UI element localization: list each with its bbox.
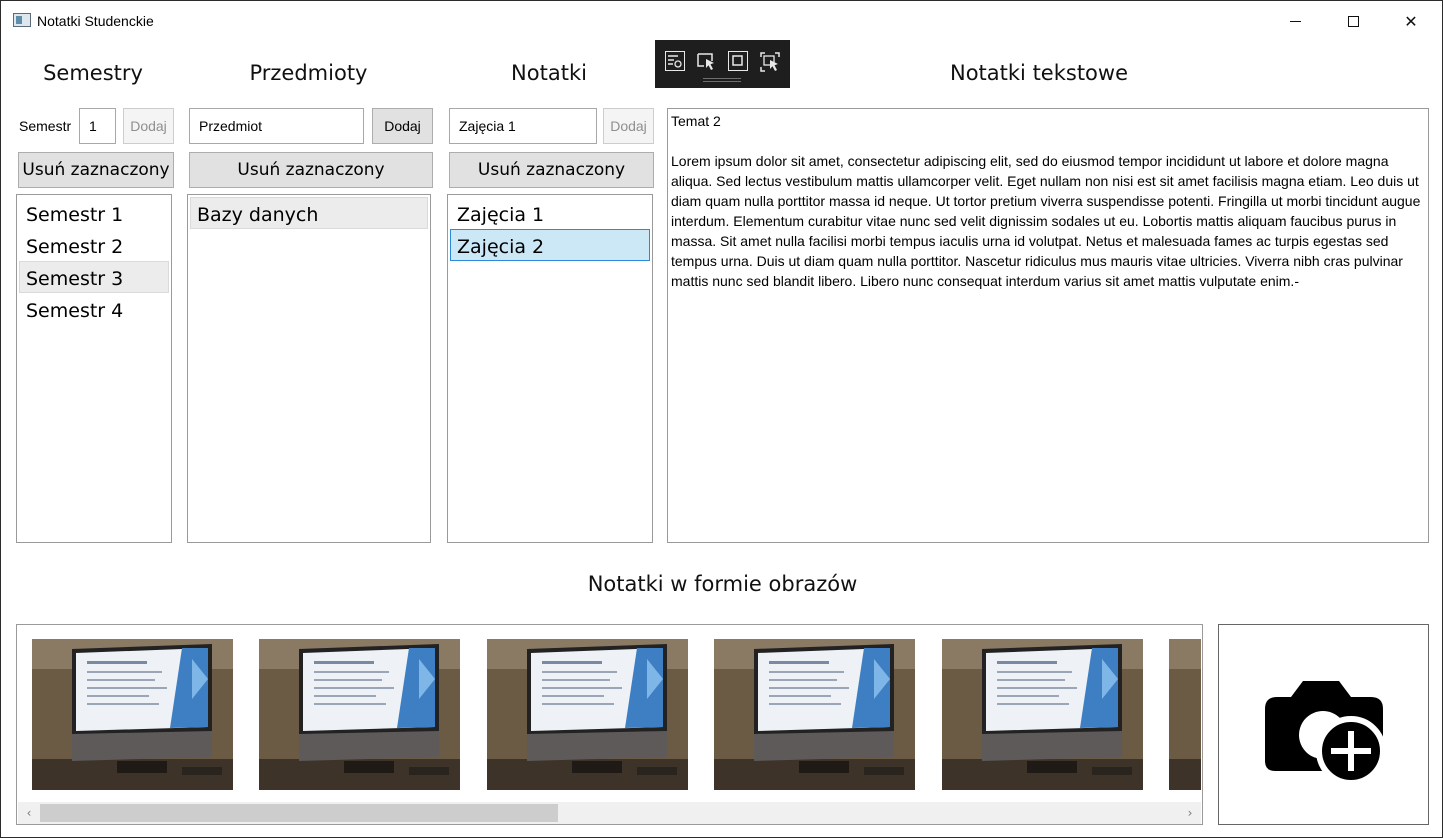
remove-subject-button[interactable]: Usuń zaznaczony <box>189 152 433 188</box>
image-thumbnail[interactable] <box>259 639 460 790</box>
pointer-select-icon[interactable] <box>696 51 716 71</box>
app-icon <box>13 13 31 27</box>
list-item-selected[interactable]: Zajęcia 2 <box>450 229 650 261</box>
subject-input[interactable]: Przedmiot <box>189 108 364 144</box>
scrollbar-thumb[interactable] <box>40 804 558 822</box>
title-bar: Notatki Studenckie ✕ <box>1 1 1442 41</box>
list-item[interactable]: Semestr 4 <box>19 293 169 325</box>
track-focus-icon[interactable] <box>759 51 780 72</box>
note-input[interactable]: Zajęcia 1 <box>449 108 597 144</box>
maximize-button[interactable] <box>1324 1 1382 41</box>
image-thumbnail[interactable] <box>942 639 1143 790</box>
subject-list[interactable]: Bazy danych <box>187 194 431 543</box>
toolbar-grip[interactable] <box>703 78 741 82</box>
remove-note-button[interactable]: Usuń zaznaczony <box>449 152 654 188</box>
image-thumbnail[interactable] <box>487 639 688 790</box>
semesters-heading: Semestry <box>43 61 143 85</box>
close-button[interactable]: ✕ <box>1382 1 1440 41</box>
list-item[interactable]: Semestr 3 <box>19 261 169 293</box>
list-item[interactable]: Bazy danych <box>190 197 428 229</box>
notes-list[interactable]: Zajęcia 1 Zajęcia 2 <box>447 194 653 543</box>
list-item[interactable]: Semestr 1 <box>19 197 169 229</box>
minimize-button[interactable] <box>1266 1 1324 41</box>
image-thumbnail[interactable] <box>714 639 915 790</box>
text-notes-content: Temat 2 Lorem ipsum dolor sit amet, cons… <box>671 113 1421 289</box>
add-image-button[interactable] <box>1218 624 1429 825</box>
select-element-icon[interactable] <box>665 51 685 71</box>
text-notes-heading: Notatki tekstowe <box>950 61 1128 85</box>
image-thumbnail[interactable] <box>1169 639 1201 790</box>
maximize-icon <box>1347 15 1359 27</box>
list-item[interactable]: Semestr 2 <box>19 229 169 261</box>
layout-adorner-icon[interactable] <box>728 51 748 71</box>
add-semester-button[interactable]: Dodaj <box>123 108 174 144</box>
semester-input[interactable]: 1 <box>79 108 116 144</box>
add-subject-button[interactable]: Dodaj <box>372 108 433 144</box>
image-thumbnail[interactable] <box>32 639 233 790</box>
list-item[interactable]: Zajęcia 1 <box>450 197 650 229</box>
image-notes-heading: Notatki w formie obrazów <box>587 572 858 596</box>
scroll-left-icon[interactable]: ‹ <box>20 804 38 822</box>
text-notes-editor[interactable]: Temat 2 Lorem ipsum dolor sit amet, cons… <box>667 108 1429 543</box>
minimize-icon <box>1289 20 1301 22</box>
camera-add-icon <box>1265 681 1386 786</box>
scroll-right-icon[interactable]: › <box>1181 804 1199 822</box>
window-title: Notatki Studenckie <box>37 13 154 29</box>
semester-label: Semestr <box>19 118 72 134</box>
image-gallery[interactable]: ‹ › <box>16 624 1203 825</box>
app-window: Notatki Studenckie ✕ Semestry Przedmioty… <box>0 0 1443 838</box>
remove-semester-button[interactable]: Usuń zaznaczony <box>18 152 174 188</box>
add-note-button[interactable]: Dodaj <box>603 108 654 144</box>
semester-list[interactable]: Semestr 1 Semestr 2 Semestr 3 Semestr 4 <box>16 194 172 543</box>
subjects-heading: Przedmioty <box>249 61 368 85</box>
notes-heading: Notatki <box>511 61 587 85</box>
debug-toolbar <box>655 40 790 88</box>
horizontal-scrollbar[interactable]: ‹ › <box>18 802 1201 824</box>
close-icon: ✕ <box>1404 11 1418 31</box>
